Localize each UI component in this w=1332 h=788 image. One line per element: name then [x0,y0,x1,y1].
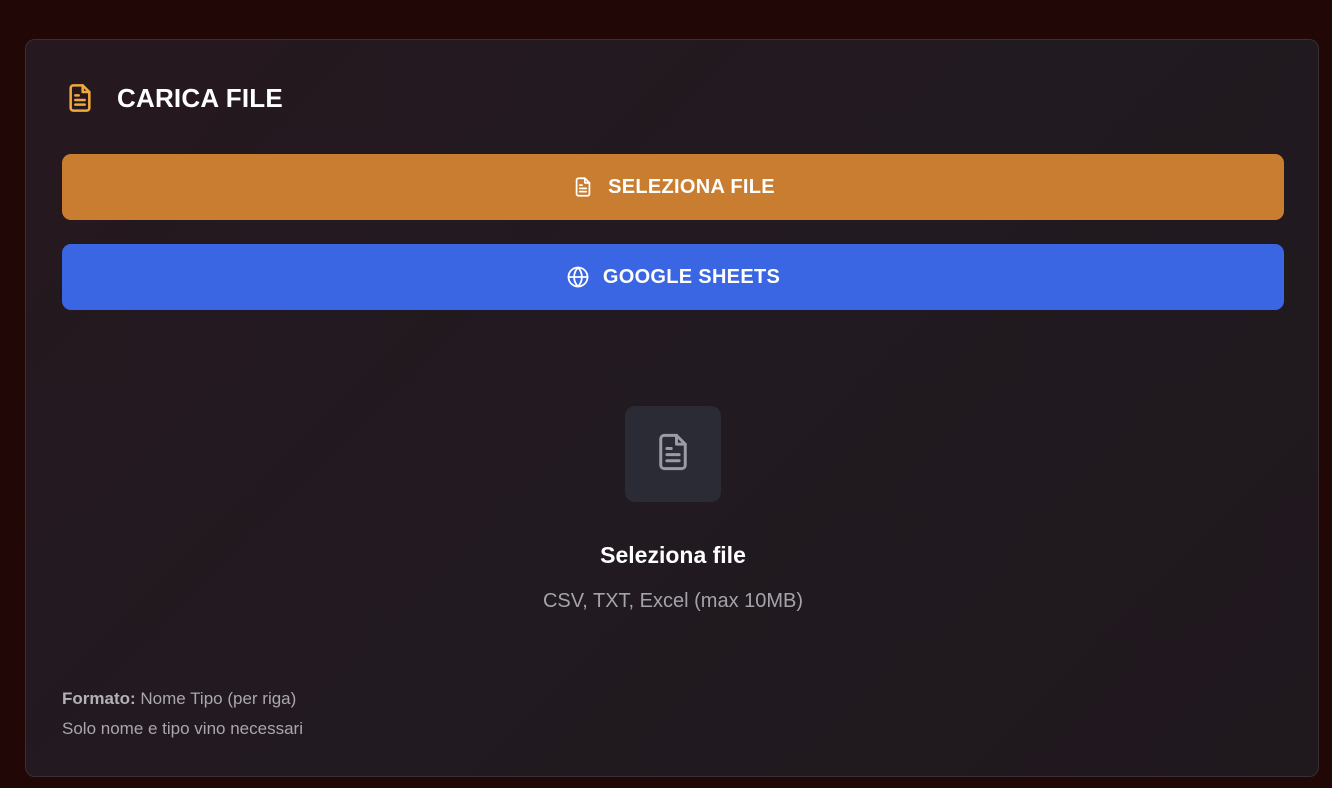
dropzone-subtitle: CSV, TXT, Excel (max 10MB) [542,590,804,612]
dropzone-title: Seleziona file [600,542,746,568]
requirement-note: Solo nome e tipo vino necessari [62,719,303,738]
select-file-button-label: SELEZIONA FILE [608,175,775,198]
google-sheets-button[interactable]: GOOGLE SHEETS [62,244,1284,310]
format-value: Nome Tipo (per riga) [140,689,297,708]
upload-card: CARICA FILE SELEZIONA FILE GOOGLE SHEETS [25,39,1319,777]
document-icon [571,175,595,199]
document-icon [63,81,97,115]
document-icon [652,428,694,481]
format-label: Formato: [62,689,136,708]
google-sheets-button-label: GOOGLE SHEETS [602,265,781,288]
card-title: CARICA FILE [117,82,283,113]
format-note: Formato: Nome Tipo (per riga) [62,689,296,709]
dropzone-file-icon[interactable] [625,406,721,502]
select-file-button[interactable]: SELEZIONA FILE [62,154,1284,220]
card-header: CARICA FILE [63,80,283,116]
globe-icon [566,265,590,289]
